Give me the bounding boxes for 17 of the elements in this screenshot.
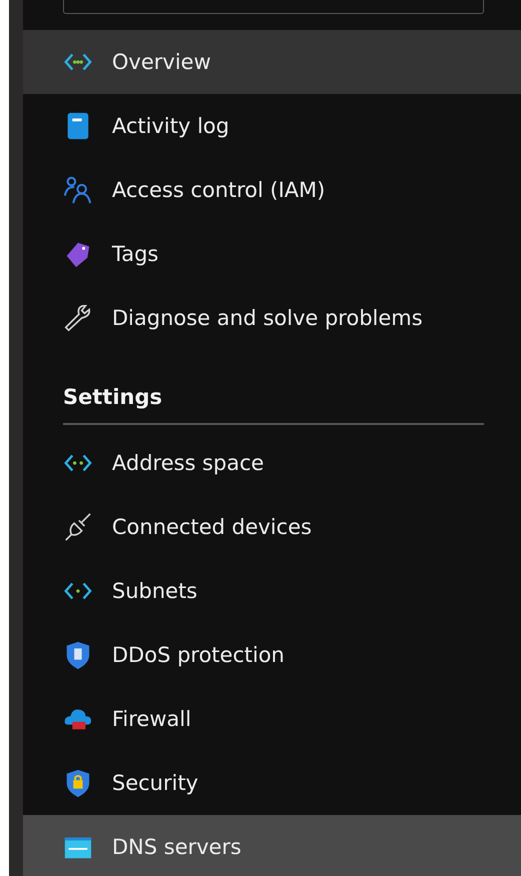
menu-item[interactable]: Diagnose and solve problems	[23, 286, 521, 350]
people-icon	[63, 175, 93, 205]
menu-item[interactable]: DNS servers	[23, 814, 521, 876]
menu-item[interactable]: Overview	[23, 30, 521, 94]
wrench-icon	[63, 303, 93, 333]
menu-item[interactable]: Firewall	[23, 686, 521, 750]
menu-item[interactable]: Connected devices	[23, 494, 521, 558]
menu-item[interactable]: Tags	[23, 222, 521, 286]
menu-item[interactable]: DDoS protection	[23, 622, 521, 686]
section-heading: Settings	[62, 384, 164, 411]
menu-item[interactable]: Security	[23, 750, 521, 814]
menu-item[interactable]: Address space	[23, 430, 521, 494]
menu-item[interactable]: Activity log	[23, 94, 521, 158]
plug-icon	[63, 512, 93, 542]
menu-item[interactable]: Subnets	[23, 558, 521, 622]
search-field[interactable]	[63, 0, 484, 14]
menu-item[interactable]: Access control (IAM)	[23, 158, 521, 222]
